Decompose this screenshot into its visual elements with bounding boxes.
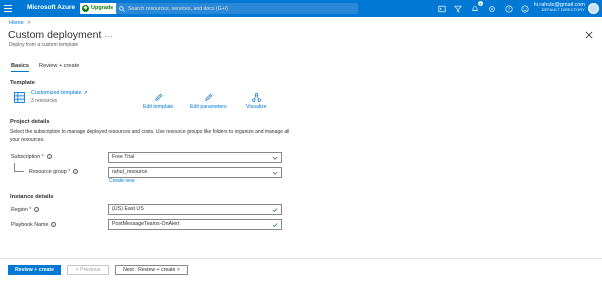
visualize-button[interactable]: Visualize — [246, 93, 267, 110]
brand-title[interactable]: Microsoft Azure — [27, 4, 75, 11]
breadcrumb: Home > — [9, 20, 30, 26]
footer-divider — [0, 258, 602, 259]
region-select[interactable]: (US) East US — [108, 204, 282, 215]
breadcrumb-home[interactable]: Home — [9, 20, 24, 26]
user-directory: DEFAULT DIRECTORY — [541, 8, 585, 12]
instance-details-title: Instance details — [10, 194, 54, 200]
edit-parameters-button[interactable]: Edit parameters — [190, 93, 227, 110]
playbook-name-input[interactable]: PostMessageTeams-OnAlert — [108, 219, 282, 230]
more-options-icon[interactable]: ... — [105, 30, 113, 39]
project-details-title: Project details — [10, 119, 50, 125]
tab-bar: Basics Review + create — [11, 63, 89, 72]
playbook-name-label-text: Playbook Name — [11, 222, 49, 228]
pencil-icon — [154, 93, 162, 101]
top-bar: Microsoft Azure ◆ Upgrade 1 ? hi.rahulx@… — [0, 0, 602, 17]
search-icon — [119, 5, 125, 12]
edit-template-button[interactable]: Edit template — [143, 93, 173, 110]
tab-review-create[interactable]: Review + create — [39, 63, 79, 72]
template-icon — [14, 92, 25, 103]
project-description: Select the subscription to manage deploy… — [10, 129, 290, 143]
diamond-icon: ◆ — [82, 5, 89, 12]
cloud-shell-icon[interactable] — [436, 3, 447, 14]
chevron-down-icon — [272, 171, 278, 175]
help-icon[interactable]: ? — [503, 3, 514, 14]
subscription-label: Subscription * i — [11, 154, 52, 160]
resource-group-select[interactable]: rahul_resource — [108, 167, 282, 178]
directory-filter-icon[interactable] — [453, 3, 464, 14]
upgrade-label: Upgrade — [91, 5, 114, 11]
breadcrumb-separator: > — [27, 20, 31, 26]
subscription-select[interactable]: Free Trial — [108, 152, 282, 163]
edit-template-label: Edit template — [143, 104, 174, 110]
create-new-link[interactable]: Create new — [109, 178, 135, 184]
hamburger-menu-icon[interactable] — [3, 3, 13, 13]
search-box[interactable] — [116, 3, 358, 14]
resource-group-value: rahul_resource — [112, 169, 148, 175]
svg-text:?: ? — [507, 6, 510, 12]
upgrade-button[interactable]: ◆ Upgrade — [80, 3, 118, 14]
checkmark-icon — [272, 223, 278, 227]
customized-template-link[interactable]: Customized template ↗ — [31, 90, 88, 96]
visualize-icon — [252, 93, 261, 102]
notification-badge: 1 — [477, 1, 483, 6]
info-icon[interactable]: i — [51, 222, 57, 228]
next-review-create-button[interactable]: Next : Review + create > — [115, 265, 188, 275]
review-create-button[interactable]: Review + create — [8, 265, 61, 275]
pencil-icon — [205, 93, 212, 101]
playbook-name-value: PostMessageTeams-OnAlert — [112, 221, 180, 227]
template-section-title: Template — [10, 80, 36, 86]
playbook-name-label: Playbook Name i — [11, 222, 57, 228]
checkmark-icon — [272, 208, 278, 212]
external-link-icon: ↗ — [83, 90, 88, 96]
region-label: Region * i — [11, 207, 40, 213]
chevron-down-icon — [272, 156, 278, 160]
resource-group-label: Resource group * i — [29, 169, 79, 175]
region-label-text: Region — [11, 207, 28, 213]
subscription-label-text: Subscription — [11, 154, 41, 160]
previous-button[interactable]: < Previous — [67, 265, 109, 275]
close-icon[interactable] — [585, 31, 593, 39]
page-subtitle: Deploy from a custom template — [9, 42, 79, 48]
feedback-icon[interactable] — [520, 3, 531, 14]
search-input[interactable] — [128, 5, 348, 12]
account-info[interactable]: hi.rahulx@gmail.com DEFAULT DIRECTORY — [534, 2, 585, 12]
info-icon[interactable]: i — [46, 154, 52, 160]
page-title: Custom deployment — [8, 29, 102, 41]
info-icon[interactable]: i — [34, 207, 40, 213]
region-value: (US) East US — [112, 206, 144, 212]
info-icon[interactable]: i — [73, 169, 79, 175]
edit-parameters-label: Edit parameters — [190, 104, 227, 110]
notifications-icon[interactable]: 1 — [470, 1, 483, 14]
resource-count: 3 resources — [31, 98, 58, 104]
subscription-value: Free Trial — [112, 154, 135, 160]
visualize-label: Visualize — [246, 104, 267, 110]
settings-gear-icon[interactable] — [486, 3, 497, 14]
tree-connector — [14, 163, 24, 172]
customized-template-label: Customized template — [31, 90, 82, 96]
avatar[interactable] — [588, 3, 599, 14]
resource-group-label-text: Resource group — [29, 169, 67, 175]
tab-basics[interactable]: Basics — [11, 63, 30, 72]
